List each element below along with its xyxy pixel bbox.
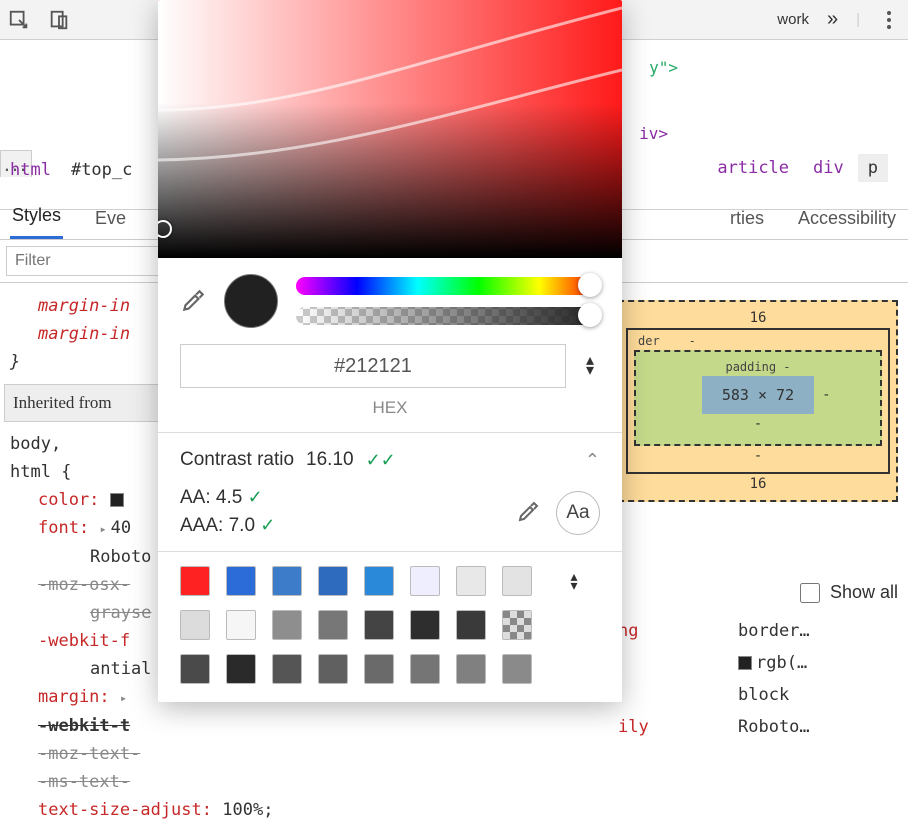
crumb-div[interactable]: div bbox=[803, 154, 854, 182]
chevron-up-icon[interactable]: ⌃ bbox=[585, 450, 600, 471]
current-color-swatch bbox=[224, 274, 278, 328]
palette-swatch[interactable] bbox=[456, 566, 486, 596]
computed-panel: 16 der - padding - - 583 × 72 - - - 16 S… bbox=[618, 300, 898, 743]
overflow-icon[interactable]: » bbox=[827, 8, 838, 31]
palette-swatch[interactable] bbox=[364, 566, 394, 596]
computed-row: ngborder… bbox=[618, 615, 898, 647]
palette-swatch[interactable] bbox=[318, 610, 348, 640]
contrast-row: Contrast ratio 16.10 ✓✓ ⌃ bbox=[158, 433, 622, 487]
box-content-size: 583 × 72 bbox=[702, 376, 814, 414]
palette-swatch[interactable] bbox=[226, 566, 256, 596]
palette-swatch[interactable] bbox=[272, 654, 302, 684]
prop-ms-text[interactable]: -ms-text- bbox=[10, 768, 456, 796]
format-stepper-icon[interactable]: ▴▾ bbox=[580, 356, 600, 376]
palette-swatch[interactable] bbox=[226, 654, 256, 684]
contrast-ratio-value: 16.10 bbox=[306, 449, 354, 471]
selector-path-row: html #top_c bbox=[0, 150, 158, 190]
prop-webkit-text[interactable]: -webkit-t bbox=[10, 712, 456, 740]
selector-id[interactable]: #top_c bbox=[71, 160, 132, 180]
palette-swatch[interactable] bbox=[318, 566, 348, 596]
prop-text-size-adjust[interactable]: text-size-adjust: 100%; bbox=[10, 796, 456, 824]
eyedropper-icon[interactable] bbox=[180, 288, 206, 314]
crumb-p[interactable]: p bbox=[858, 154, 888, 182]
hex-input[interactable] bbox=[180, 344, 566, 388]
tab-accessibility[interactable]: Accessibility bbox=[796, 200, 898, 239]
hue-thumb[interactable] bbox=[578, 273, 602, 297]
dom-attr-fragment: y"> bbox=[649, 58, 678, 77]
inspect-element-icon[interactable] bbox=[8, 9, 30, 31]
contrast-curve-icon bbox=[158, 0, 622, 258]
crumb-article[interactable]: article bbox=[707, 154, 799, 182]
toolbar-tab-partial[interactable]: work bbox=[777, 11, 809, 28]
color-swatch-icon[interactable] bbox=[110, 493, 124, 507]
alpha-slider[interactable] bbox=[296, 307, 600, 325]
alpha-thumb[interactable] bbox=[578, 303, 602, 327]
device-toggle-icon[interactable] bbox=[48, 9, 70, 31]
computed-row: block bbox=[618, 679, 898, 711]
palette-swatch[interactable] bbox=[502, 566, 532, 596]
shorthand-expand-icon-2[interactable]: ▸ bbox=[120, 691, 127, 705]
palette-swatch[interactable] bbox=[410, 566, 440, 596]
color-format-label: HEX bbox=[158, 398, 622, 432]
palette-swatch-transparent[interactable] bbox=[502, 610, 532, 640]
tab-properties[interactable]: rties bbox=[728, 200, 766, 239]
palette-swatch[interactable] bbox=[272, 566, 302, 596]
tab-event-listeners[interactable]: Eve bbox=[93, 200, 128, 239]
computed-list: ngborder… rgb(… block ilyRoboto… bbox=[618, 615, 898, 743]
hue-slider[interactable] bbox=[296, 277, 600, 295]
palette-grid: ▴▾ bbox=[158, 552, 622, 702]
palette-swatch[interactable] bbox=[180, 566, 210, 596]
computed-row: rgb(… bbox=[618, 647, 898, 679]
shorthand-expand-icon[interactable]: ▸ bbox=[99, 522, 106, 536]
palette-swatch[interactable] bbox=[272, 610, 302, 640]
palette-swatch[interactable] bbox=[456, 654, 486, 684]
palette-swatch[interactable] bbox=[364, 610, 394, 640]
palette-swatch[interactable] bbox=[456, 610, 486, 640]
palette-swatch[interactable] bbox=[502, 654, 532, 684]
dom-close-fragment: iv> bbox=[639, 124, 668, 143]
computed-row: ilyRoboto… bbox=[618, 711, 898, 743]
selector-html[interactable]: html bbox=[10, 160, 51, 180]
palette-swatch[interactable] bbox=[180, 654, 210, 684]
palette-swatch[interactable] bbox=[364, 654, 394, 684]
saturation-value-panel[interactable] bbox=[158, 0, 622, 258]
check-icon: ✓ bbox=[248, 487, 263, 507]
show-all-row: Show all bbox=[618, 582, 898, 603]
bg-eyedropper-icon[interactable] bbox=[516, 500, 542, 526]
palette-stepper-icon[interactable]: ▴▾ bbox=[548, 572, 600, 590]
palette-swatch[interactable] bbox=[410, 610, 440, 640]
kebab-menu-icon[interactable] bbox=[878, 9, 900, 31]
box-model[interactable]: 16 der - padding - - 583 × 72 - - - 16 bbox=[618, 300, 898, 502]
tab-styles[interactable]: Styles bbox=[10, 197, 63, 239]
text-sample-icon[interactable]: Aa bbox=[556, 491, 600, 535]
prop-moz-text[interactable]: -moz-text- bbox=[10, 740, 456, 768]
show-all-label: Show all bbox=[830, 582, 898, 603]
show-all-checkbox[interactable] bbox=[800, 583, 820, 603]
check-icon: ✓ bbox=[260, 515, 275, 535]
palette-swatch[interactable] bbox=[226, 610, 256, 640]
palette-swatch[interactable] bbox=[180, 610, 210, 640]
color-picker-popover: ▴▾ HEX Contrast ratio 16.10 ✓✓ ⌃ AA: 4.5… bbox=[158, 0, 622, 702]
box-margin-bottom: 16 bbox=[626, 474, 890, 494]
check-icon: ✓✓ bbox=[366, 450, 396, 471]
palette-swatch[interactable] bbox=[318, 654, 348, 684]
box-margin-top: 16 bbox=[626, 308, 890, 328]
palette-swatch[interactable] bbox=[410, 654, 440, 684]
